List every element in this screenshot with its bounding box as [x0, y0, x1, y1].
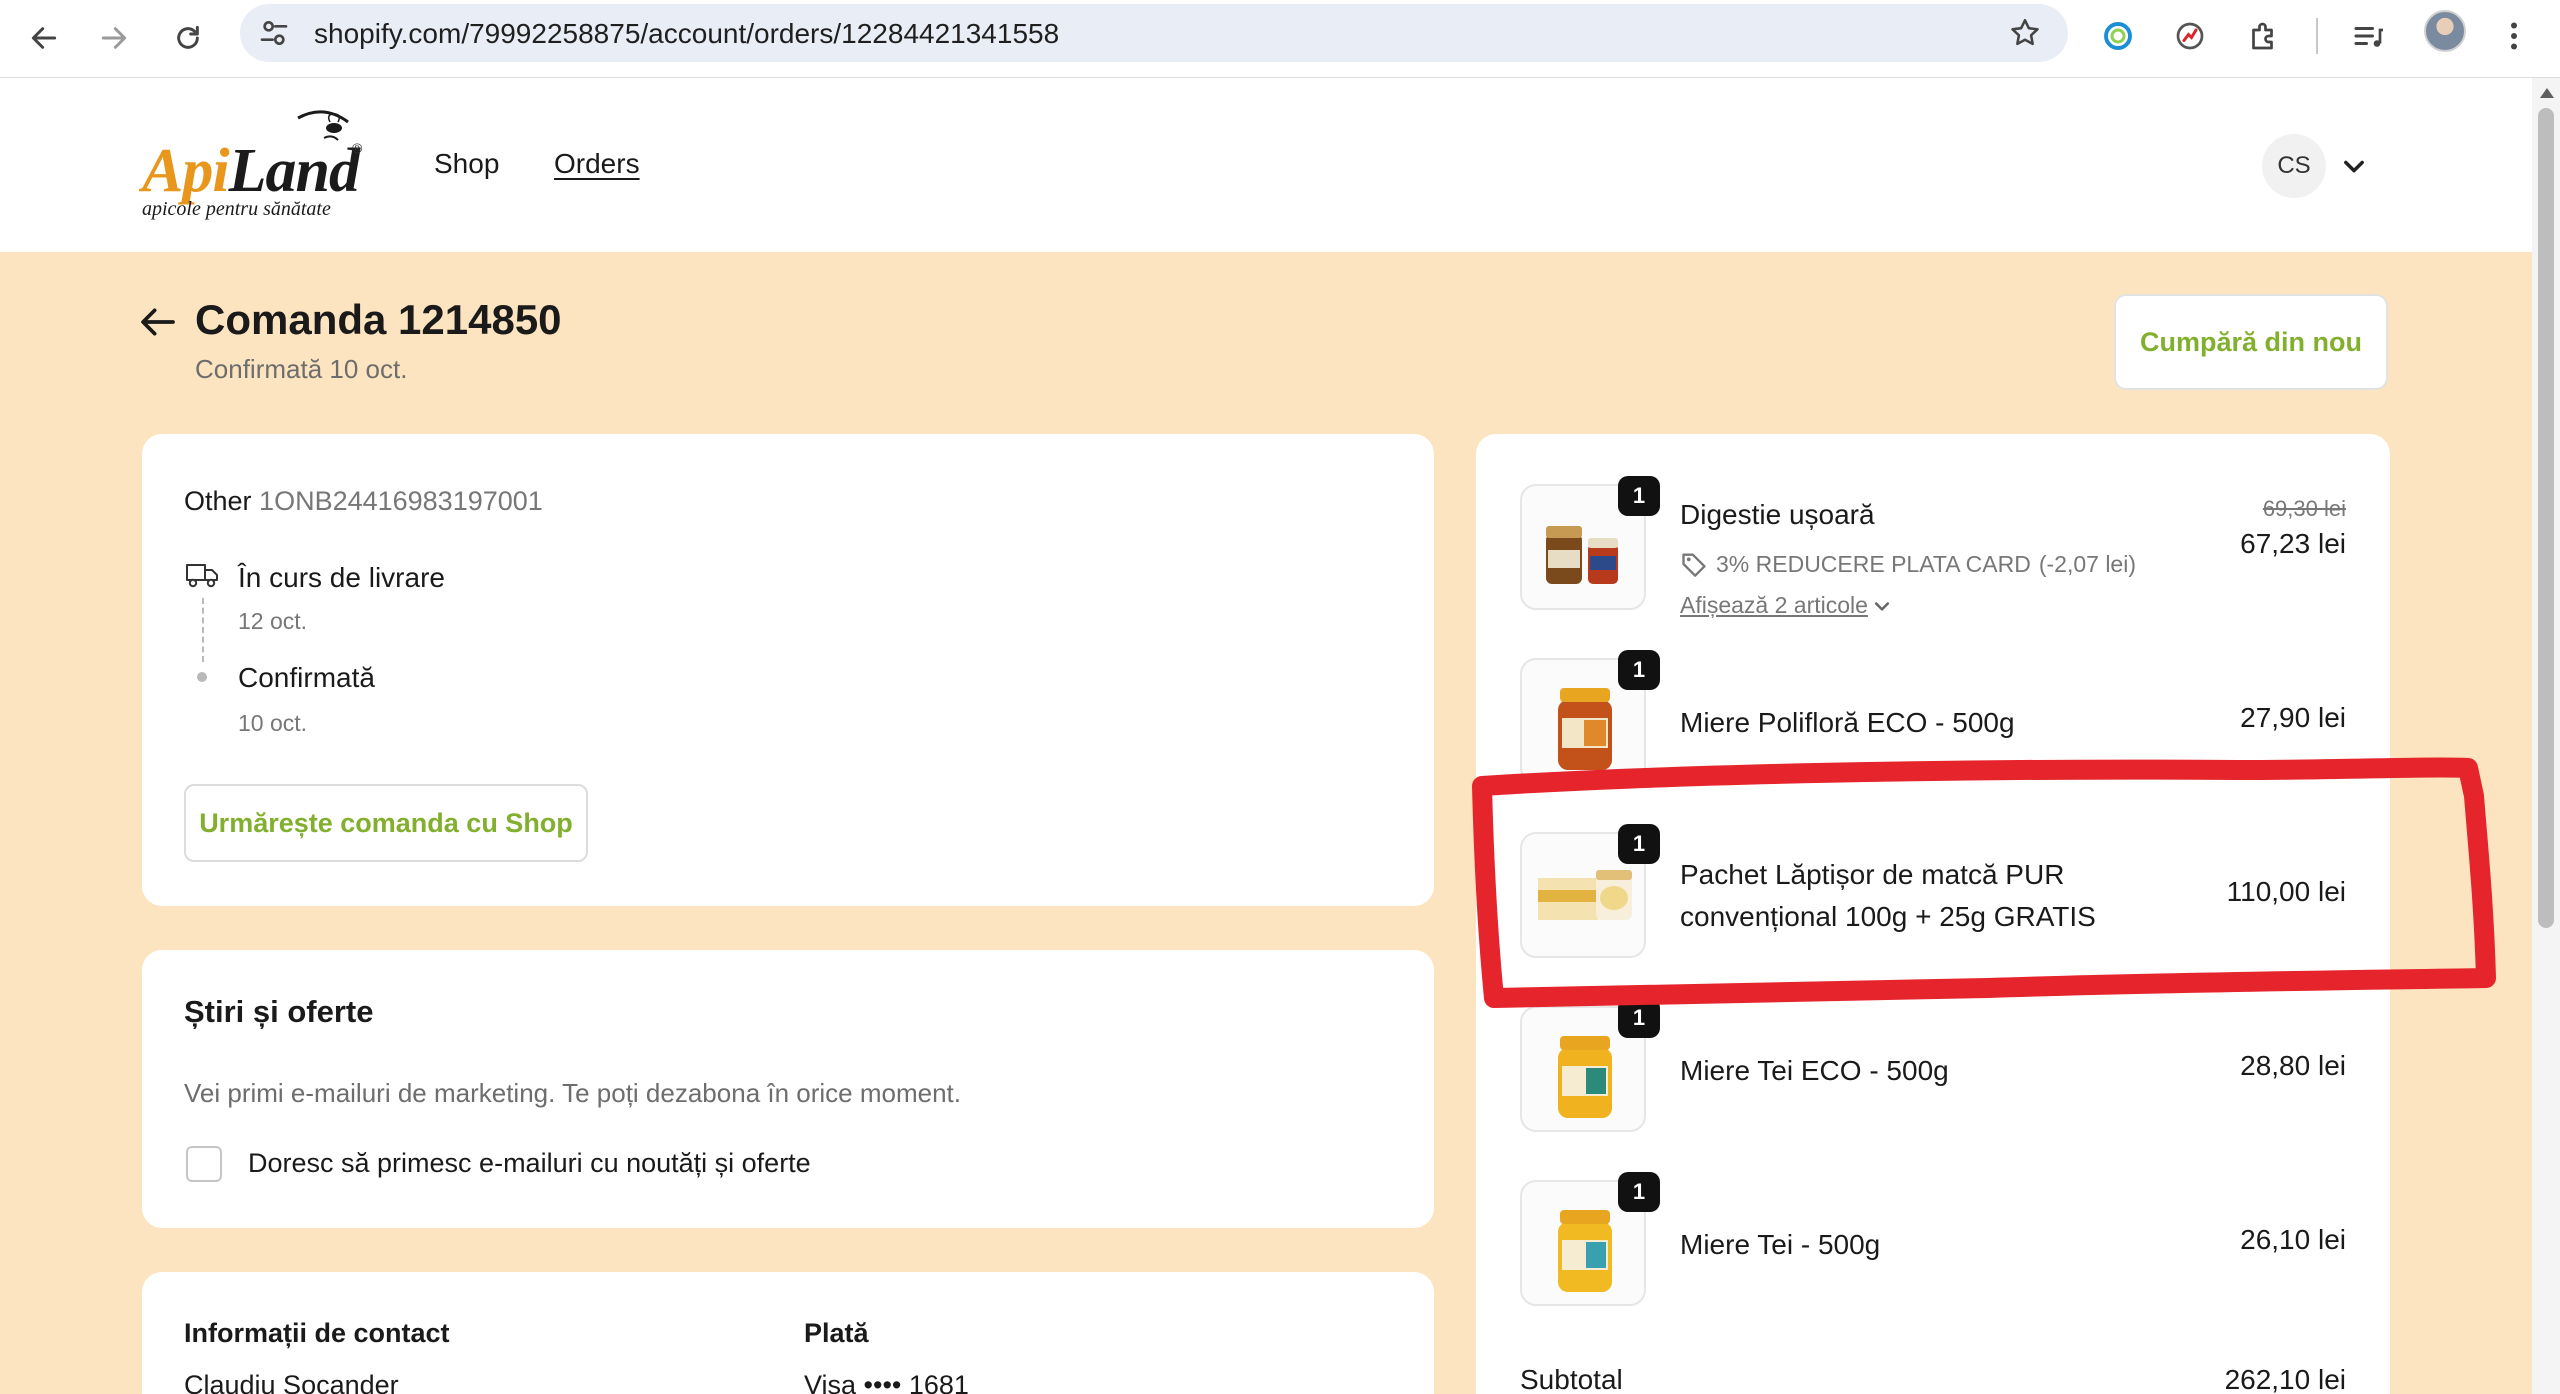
contact-info-heading: Informații de contact	[184, 1318, 450, 1348]
page-scrollbar[interactable]	[2532, 78, 2560, 1394]
product-price: 26,10 lei	[2240, 1224, 2346, 1255]
newsletter-title: Știri și oferte	[184, 994, 374, 1029]
line-item: 1 Pachet Lăptișor de matcă PUR convențio…	[1520, 824, 2346, 962]
newsletter-checkbox[interactable]	[186, 1146, 222, 1182]
discount-line: 3% REDUCERE PLATA CARD (-2,07 lei)	[1680, 550, 2136, 578]
arrow-left-icon	[31, 27, 57, 49]
bookmark-star-icon[interactable]	[2008, 16, 2042, 50]
quantity-badge: 1	[1618, 476, 1660, 516]
extensions-menu-button[interactable]	[2238, 10, 2290, 62]
media-queue-icon	[2354, 27, 2383, 47]
chevron-down-icon	[1874, 601, 1890, 611]
reload-icon	[177, 25, 199, 49]
buy-again-button[interactable]: Cumpără din nou	[2114, 294, 2388, 390]
status-confirmed: Confirmată	[238, 662, 375, 693]
order-items-card: 1 Digestie ușoară 3% REDUCERE PLATA CARD…	[1476, 434, 2390, 1394]
line-item: 1 Miere Tei - 500g 26,10 lei	[1520, 1172, 2346, 1310]
carrier-label: Other	[184, 486, 252, 516]
product-price: 67,23 lei	[2240, 528, 2346, 559]
account-avatar[interactable]: CS	[2262, 134, 2326, 198]
logo-api: Api	[142, 137, 230, 205]
product-name: Miere Tei ECO - 500g	[1680, 1055, 1949, 1086]
payment-method: Visa •••• 1681	[804, 1370, 969, 1394]
show-articles-link[interactable]: Afișează 2 articole	[1680, 592, 1892, 619]
status-in-transit: În curs de livrare	[238, 562, 445, 593]
subtotal-label: Subtotal	[1520, 1364, 1623, 1394]
newsletter-checkbox-label[interactable]: Doresc să primesc e-mailuri cu noutăți ș…	[248, 1148, 811, 1179]
product-name: Pachet Lăptișor de matcă PUR convenționa…	[1680, 859, 2096, 932]
extension-button[interactable]	[2092, 10, 2144, 62]
original-price: 69,30 lei	[2262, 496, 2346, 521]
status-in-transit-date: 12 oct.	[238, 608, 308, 634]
delivery-truck-icon	[186, 564, 218, 588]
contact-name: Claudiu Socander	[184, 1370, 399, 1394]
quantity-badge: 1	[1618, 824, 1660, 864]
toolbar-separator	[2316, 18, 2318, 54]
ring-extension-icon	[2104, 22, 2132, 50]
tracking-number[interactable]: 1ONB24416983197001	[259, 486, 543, 516]
browser-toolbar: shopify.com/79992258875/account/orders/1…	[0, 0, 2560, 78]
logo-registered-mark: ®	[352, 140, 363, 156]
logo-land: Land	[228, 137, 360, 205]
timeline-connector	[202, 598, 204, 662]
scroll-thumb[interactable]	[2538, 108, 2554, 928]
back-arrow-icon[interactable]	[138, 302, 178, 342]
line-item: 1 Miere Tei ECO - 500g 28,80 lei	[1520, 998, 2346, 1136]
product-name: Miere Tei - 500g	[1680, 1229, 1881, 1260]
back-button[interactable]	[18, 12, 70, 64]
payment-heading: Plată	[804, 1318, 869, 1348]
nav-shop[interactable]: Shop	[434, 148, 499, 180]
subtotal-value: 262,10 lei	[2224, 1364, 2346, 1394]
line-item: 1 Digestie ușoară 3% REDUCERE PLATA CARD…	[1520, 476, 2346, 618]
newsletter-description: Vei primi e-mailuri de marketing. Te poț…	[184, 1078, 962, 1108]
scroll-up-arrow[interactable]	[2540, 88, 2554, 98]
logo-tagline: apicole pentru sănătate	[142, 198, 331, 220]
nav-orders[interactable]: Orders	[554, 148, 640, 180]
order-confirmed-date: Confirmată 10 oct.	[195, 354, 408, 384]
product-price: 110,00 lei	[2226, 876, 2346, 907]
puzzle-icon	[2252, 22, 2273, 50]
product-price: 28,80 lei	[2240, 1050, 2346, 1081]
product-name: Miere Polifloră ECO - 500g	[1680, 707, 2015, 738]
track-with-shop-button[interactable]: Urmărește comanda cu Shop	[184, 784, 588, 862]
discount-label: 3% REDUCERE PLATA CARD	[1716, 550, 2031, 577]
profile-avatar[interactable]	[2424, 10, 2466, 52]
product-name: Digestie ușoară	[1680, 499, 1875, 530]
quantity-badge: 1	[1618, 998, 1660, 1038]
tracking-info: Other 1ONB24416983197001	[184, 486, 543, 517]
quantity-badge: 1	[1618, 1172, 1660, 1212]
page-title: Comanda 1214850	[195, 296, 562, 343]
logo-wordmark: ApiLand	[142, 136, 360, 207]
product-price: 27,90 lei	[2240, 702, 2346, 733]
status-confirmed-date: 10 oct.	[238, 710, 308, 736]
apiland-logo[interactable]: ApiLand ® apicole pentru sănătate	[140, 106, 380, 226]
chart-extension-icon	[2176, 22, 2204, 50]
tag-icon	[1682, 553, 1706, 577]
line-item: 1 Miere Polifloră ECO - 500g 27,90 lei	[1520, 650, 2346, 788]
url-text: shopify.com/79992258875/account/orders/1…	[314, 18, 1060, 49]
shipment-card: Other 1ONB24416983197001 În curs de livr…	[142, 434, 1434, 906]
address-bar[interactable]: shopify.com/79992258875/account/orders/1…	[240, 4, 2068, 62]
extension-button[interactable]	[2164, 10, 2216, 62]
more-vertical-icon	[2511, 22, 2517, 50]
chevron-down-icon[interactable]	[2340, 152, 2368, 180]
site-header: ApiLand ® apicole pentru sănătate Shop O…	[0, 78, 2532, 252]
forward-button[interactable]	[88, 12, 140, 64]
media-control-button[interactable]	[2342, 10, 2394, 62]
browser-menu-button[interactable]	[2488, 10, 2540, 62]
timeline-dot	[197, 672, 207, 682]
contact-payment-card: Informații de contact Claudiu Socander P…	[142, 1272, 1434, 1394]
quantity-badge: 1	[1618, 650, 1660, 690]
newsletter-card: Știri și oferte Vei primi e-mailuri de m…	[142, 950, 1434, 1228]
site-settings-icon[interactable]	[258, 17, 290, 49]
reload-button[interactable]	[162, 12, 214, 64]
discount-amount: (-2,07 lei)	[2038, 550, 2136, 577]
show-articles-label: Afișează 2 articole	[1680, 592, 1868, 618]
arrow-right-icon	[101, 27, 127, 49]
